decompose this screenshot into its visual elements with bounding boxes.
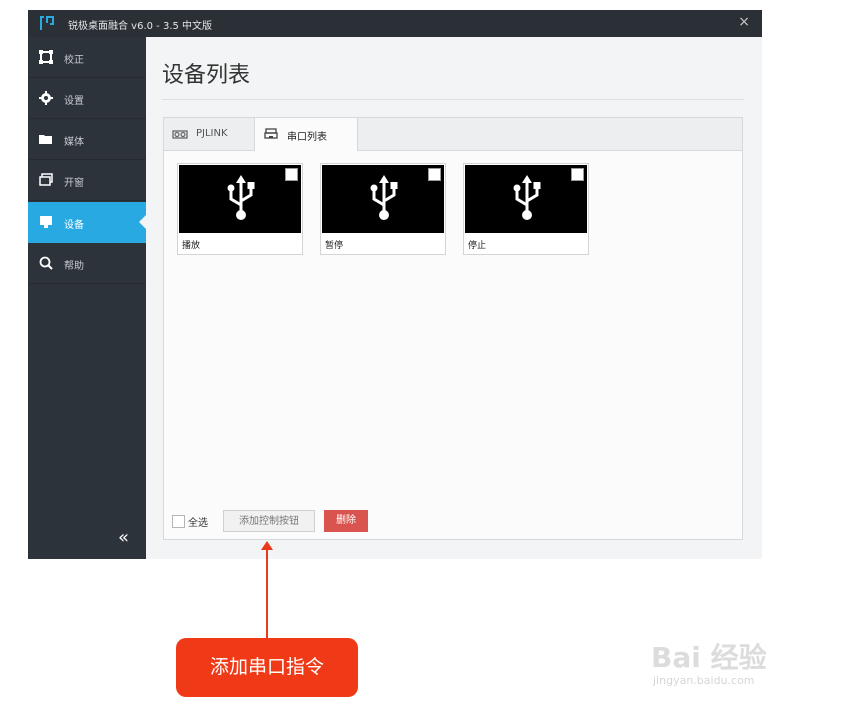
delete-button[interactable]: 删除: [324, 510, 368, 532]
card-checkbox[interactable]: [285, 168, 298, 181]
watermark: Bai 经验 jingyan.baidu.com: [651, 622, 806, 692]
window-title: 锐极桌面融合 v6.0 - 3.5 中文版: [68, 21, 213, 32]
app-window: 锐极桌面融合 v6.0 - 3.5 中文版 × 校正 设置 媒体 开窗 设备 帮…: [28, 10, 762, 559]
tab-serial-list[interactable]: 串口列表: [254, 118, 358, 151]
device-card-play[interactable]: 播放: [177, 163, 303, 255]
select-all-checkbox[interactable]: [172, 515, 185, 528]
sidebar-item-label: 开窗: [64, 178, 84, 189]
device-card-stop[interactable]: 停止: [463, 163, 589, 255]
sidebar-item-devices[interactable]: 设备: [28, 202, 146, 243]
add-control-button[interactable]: 添加控制按钮: [223, 510, 315, 532]
select-all-label[interactable]: 全选: [188, 514, 208, 529]
tab-pjlink[interactable]: PJLINK: [164, 118, 254, 150]
calibrate-icon: [39, 50, 53, 64]
device-panel: PJLINK 串口列表 播放 暂停 停止 全选 添加控制按钮 删除: [163, 117, 743, 540]
sidebar-item-calibrate[interactable]: 校正: [28, 37, 146, 78]
title-bar: 锐极桌面融合 v6.0 - 3.5 中文版 ×: [28, 10, 762, 37]
sidebar-item-label: 校正: [64, 55, 84, 66]
folder-icon: [39, 135, 52, 144]
annotation-callout: 添加串口指令: [176, 638, 358, 697]
card-thumbnail: [465, 165, 587, 233]
usb-icon: [513, 175, 541, 220]
page-title: 设备列表: [162, 63, 251, 88]
app-logo-icon: [40, 16, 54, 30]
panel-footer: 全选 添加控制按钮 删除: [172, 510, 732, 532]
sidebar-item-label: 媒体: [64, 137, 84, 148]
card-label: 暂停: [325, 241, 344, 251]
watermark-logo: Bai 经验: [651, 641, 767, 674]
card-label: 播放: [182, 241, 201, 251]
window-icon: [39, 173, 53, 186]
card-thumbnail: [322, 165, 444, 233]
sidebar-item-settings[interactable]: 设置: [28, 78, 146, 119]
card-checkbox[interactable]: [571, 168, 584, 181]
sidebar: 校正 设置 媒体 开窗 设备 帮助 «: [28, 37, 146, 559]
card-thumbnail: [179, 165, 301, 233]
monitor-icon: [40, 216, 52, 228]
sidebar-item-window[interactable]: 开窗: [28, 160, 146, 201]
tab-label: PJLINK: [196, 128, 228, 139]
sidebar-item-help[interactable]: 帮助: [28, 243, 146, 284]
tab-bar: PJLINK 串口列表: [164, 118, 742, 151]
watermark-url: jingyan.baidu.com: [653, 674, 755, 687]
gear-icon: [39, 91, 53, 105]
projector-icon: [172, 130, 188, 139]
sidebar-item-label: 设备: [64, 220, 84, 231]
search-icon: [39, 256, 53, 270]
close-button[interactable]: ×: [738, 14, 750, 30]
annotation-arrow: [266, 548, 268, 640]
serial-icon: [264, 128, 278, 139]
card-checkbox[interactable]: [428, 168, 441, 181]
collapse-sidebar-button[interactable]: «: [118, 527, 129, 548]
divider: [162, 99, 744, 100]
device-card-pause[interactable]: 暂停: [320, 163, 446, 255]
usb-icon: [227, 175, 255, 220]
tab-label: 串口列表: [287, 132, 327, 143]
sidebar-item-media[interactable]: 媒体: [28, 119, 146, 160]
sidebar-item-label: 设置: [64, 96, 84, 107]
usb-icon: [370, 175, 398, 220]
main-content: 设备列表 PJLINK 串口列表 播放 暂停 停止 全选 添加控制按钮 删除: [146, 37, 762, 559]
sidebar-item-label: 帮助: [64, 261, 84, 272]
card-label: 停止: [468, 241, 487, 251]
